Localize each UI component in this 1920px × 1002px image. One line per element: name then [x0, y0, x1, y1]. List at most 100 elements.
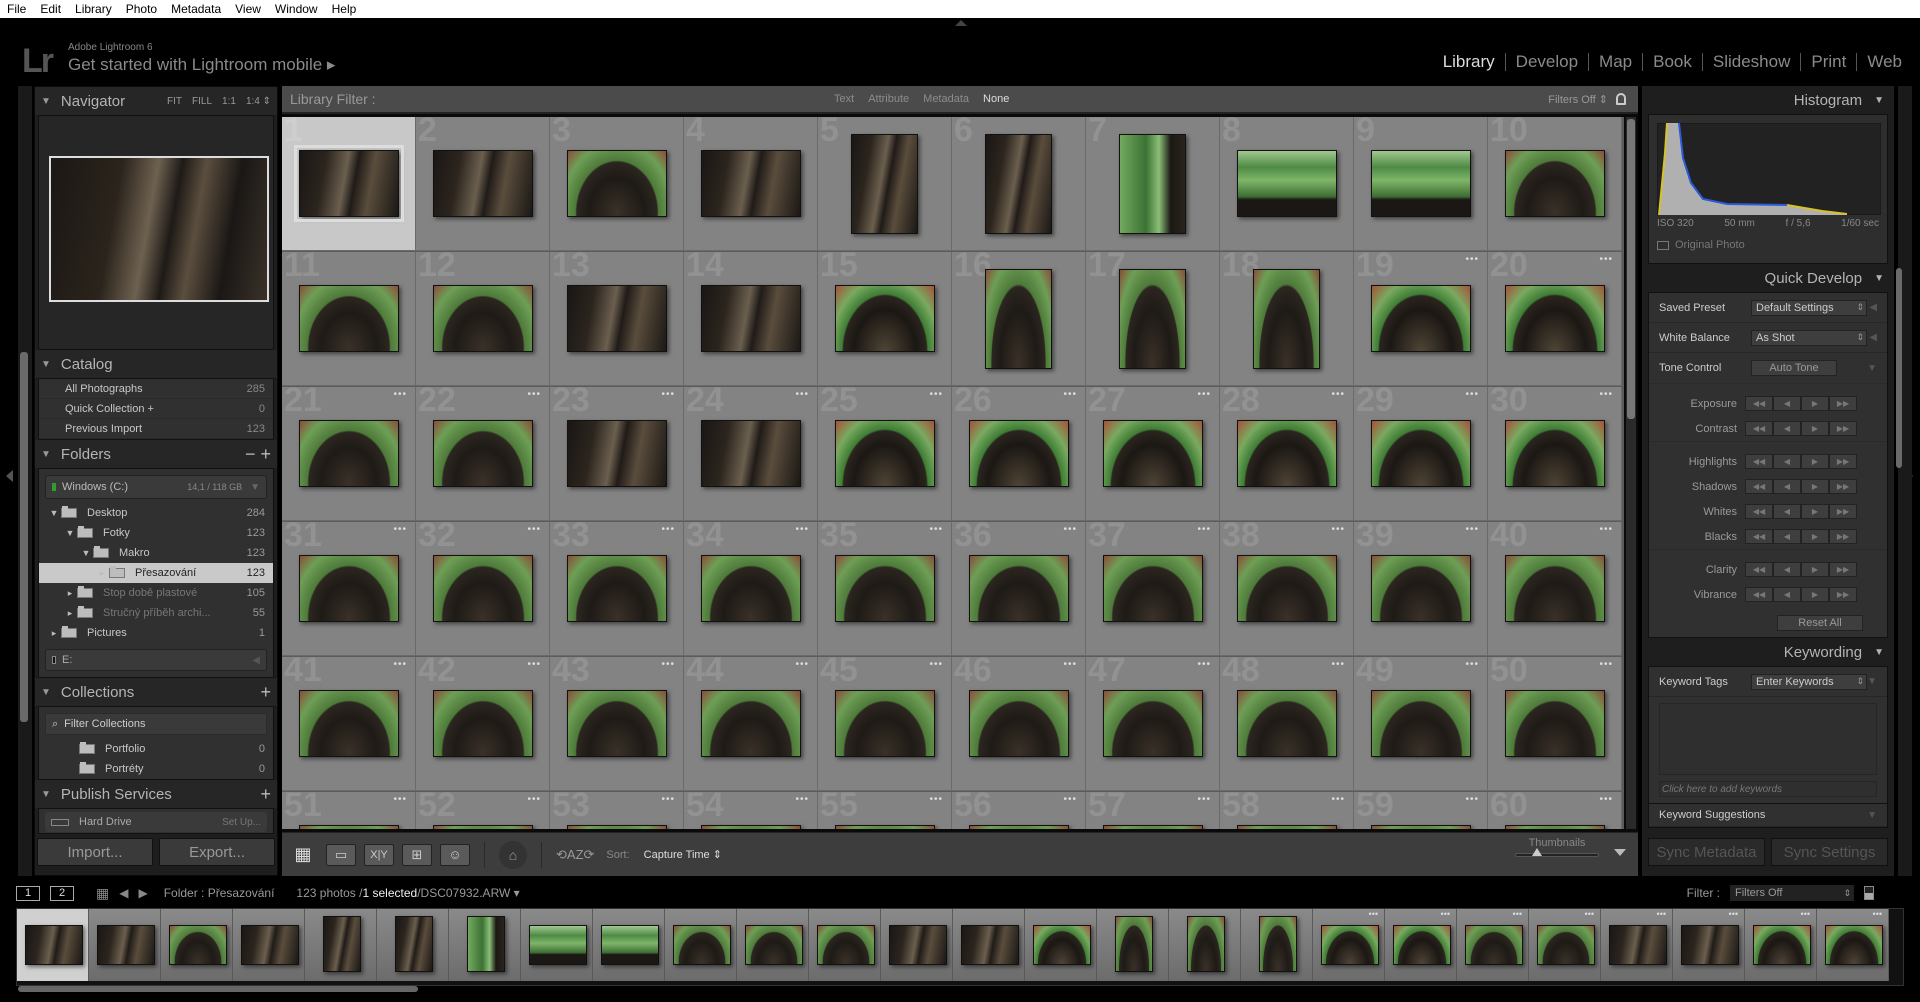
decrease-large-button[interactable]: ◀◀: [1745, 421, 1773, 436]
cell-badge-icon[interactable]: •••: [1441, 909, 1450, 919]
photo-thumbnail[interactable]: [985, 269, 1052, 369]
filmstrip-cell[interactable]: •••: [1457, 909, 1529, 981]
grid-cell[interactable]: 36 •••: [952, 522, 1086, 656]
cell-badge-icon[interactable]: •••: [1599, 389, 1613, 400]
cell-badge-icon[interactable]: •••: [1465, 659, 1479, 670]
increase-button[interactable]: ▶: [1801, 587, 1829, 602]
right-panel-scrollbar[interactable]: [1896, 268, 1902, 468]
grid-cell[interactable]: 27 •••: [1086, 387, 1220, 521]
people-view-button[interactable]: ☺: [440, 843, 470, 866]
filmstrip-thumbnail[interactable]: [97, 925, 155, 965]
increase-button[interactable]: ▶: [1801, 396, 1829, 411]
filmstrip-thumbnail[interactable]: [889, 925, 947, 965]
module-library[interactable]: Library: [1433, 52, 1505, 72]
filmstrip-cell[interactable]: •••: [1313, 909, 1385, 981]
photo-thumbnail[interactable]: [969, 420, 1069, 487]
thumbnail-size-slider[interactable]: [1515, 848, 1599, 857]
photo-thumbnail[interactable]: [1371, 150, 1471, 217]
grid-cell[interactable]: 34 •••: [684, 522, 818, 656]
photo-thumbnail[interactable]: [835, 285, 935, 352]
keyword-suggestions-row[interactable]: Keyword Suggestions ▼: [1649, 803, 1887, 827]
cell-badge-icon[interactable]: •••: [393, 794, 407, 805]
chevron-down-icon[interactable]: ▼: [1867, 676, 1877, 687]
grid-cell[interactable]: 49 •••: [1354, 657, 1488, 791]
grid-cell[interactable]: 26 •••: [952, 387, 1086, 521]
cell-badge-icon[interactable]: •••: [1585, 909, 1594, 919]
back-arrow-icon[interactable]: ◀: [119, 886, 128, 900]
filmstrip-thumbnail[interactable]: [961, 925, 1019, 965]
filmstrip-cell[interactable]: •••: [1745, 909, 1817, 981]
filmstrip-cell[interactable]: [1025, 909, 1097, 981]
module-web[interactable]: Web: [1857, 52, 1912, 72]
menu-file[interactable]: File: [0, 2, 33, 16]
menu-library[interactable]: Library: [68, 2, 119, 16]
decrease-button[interactable]: ◀: [1773, 479, 1801, 494]
grid-cell[interactable]: 56 •••: [952, 792, 1086, 829]
grid-cell[interactable]: 6: [952, 117, 1086, 251]
filter-option-none[interactable]: None: [983, 93, 1009, 105]
decrease-large-button[interactable]: ◀◀: [1745, 562, 1773, 577]
photo-thumbnail[interactable]: [1505, 150, 1605, 217]
original-photo-toggle[interactable]: Original Photo: [1657, 239, 1745, 251]
sort-select[interactable]: Capture Time ⇕: [644, 848, 722, 861]
compare-view-button[interactable]: X|Y: [364, 843, 394, 866]
filter-option-metadata[interactable]: Metadata: [923, 93, 969, 105]
filmstrip-cell[interactable]: [449, 909, 521, 981]
decrease-button[interactable]: ◀: [1773, 396, 1801, 411]
folders-header[interactable]: ▼ Folders − +: [35, 440, 277, 468]
photo-thumbnail[interactable]: [851, 134, 918, 234]
disclosure-closed-icon[interactable]: ▸: [63, 608, 77, 619]
folder-item[interactable]: ▸ Přesazování 123: [39, 563, 273, 583]
photo-thumbnail[interactable]: [835, 690, 935, 757]
grid-cell[interactable]: 7: [1086, 117, 1220, 251]
filmstrip-cell[interactable]: •••: [1385, 909, 1457, 981]
forward-arrow-icon[interactable]: ▶: [138, 886, 147, 900]
photo-thumbnail[interactable]: [567, 420, 667, 487]
filmstrip-source[interactable]: Folder : Přesazování: [164, 886, 275, 900]
increase-large-button[interactable]: ▶▶: [1829, 396, 1857, 411]
cell-badge-icon[interactable]: •••: [795, 524, 809, 535]
filmstrip-count[interactable]: 123 photos /1 selected/DSC07932.ARW ▾: [296, 886, 519, 900]
cell-badge-icon[interactable]: •••: [1197, 794, 1211, 805]
filmstrip-thumbnail[interactable]: [1033, 925, 1091, 965]
increase-button[interactable]: ▶: [1801, 562, 1829, 577]
grid-cell[interactable]: 41 •••: [282, 657, 416, 791]
cell-badge-icon[interactable]: •••: [1331, 659, 1345, 670]
grid-cell[interactable]: 54 •••: [684, 792, 818, 829]
grid-cell[interactable]: 35 •••: [818, 522, 952, 656]
filmstrip-cell[interactable]: [953, 909, 1025, 981]
photo-thumbnail[interactable]: [433, 555, 533, 622]
cell-badge-icon[interactable]: •••: [393, 524, 407, 535]
folder-add-remove[interactable]: − +: [245, 444, 271, 465]
grid-cell[interactable]: 17: [1086, 252, 1220, 386]
cell-badge-icon[interactable]: •••: [929, 794, 943, 805]
filmstrip-scrollbar[interactable]: [18, 986, 418, 992]
cell-badge-icon[interactable]: •••: [1729, 909, 1738, 919]
filmstrip-cell[interactable]: •••: [1529, 909, 1601, 981]
sync-metadata-button[interactable]: Sync Metadata: [1648, 838, 1765, 866]
cell-badge-icon[interactable]: •••: [1599, 794, 1613, 805]
cell-badge-icon[interactable]: •••: [1599, 254, 1613, 265]
grid-cell[interactable]: 24 •••: [684, 387, 818, 521]
cell-badge-icon[interactable]: •••: [1599, 659, 1613, 670]
photo-thumbnail[interactable]: [433, 420, 533, 487]
collection-item[interactable]: Portfolio 0: [39, 739, 273, 759]
increase-button[interactable]: ▶: [1801, 529, 1829, 544]
grid-view-button[interactable]: ▦: [288, 844, 318, 866]
grid-cell[interactable]: 5: [818, 117, 952, 251]
decrease-large-button[interactable]: ◀◀: [1745, 396, 1773, 411]
grid-cell[interactable]: 2: [416, 117, 550, 251]
cell-badge-icon[interactable]: •••: [1801, 909, 1810, 919]
collection-item[interactable]: Portréty 0: [39, 759, 273, 779]
filter-switch-icon[interactable]: [1864, 886, 1874, 900]
photo-thumbnail[interactable]: [1371, 690, 1471, 757]
photo-thumbnail[interactable]: [299, 825, 399, 829]
cell-badge-icon[interactable]: •••: [527, 389, 541, 400]
grid-cell[interactable]: 44 •••: [684, 657, 818, 791]
photo-thumbnail[interactable]: [701, 555, 801, 622]
cell-badge-icon[interactable]: •••: [1331, 794, 1345, 805]
photo-thumbnail[interactable]: [835, 825, 935, 829]
photo-thumbnail[interactable]: [985, 134, 1052, 234]
increase-large-button[interactable]: ▶▶: [1829, 587, 1857, 602]
collapse-left-panel-icon[interactable]: [6, 470, 13, 482]
